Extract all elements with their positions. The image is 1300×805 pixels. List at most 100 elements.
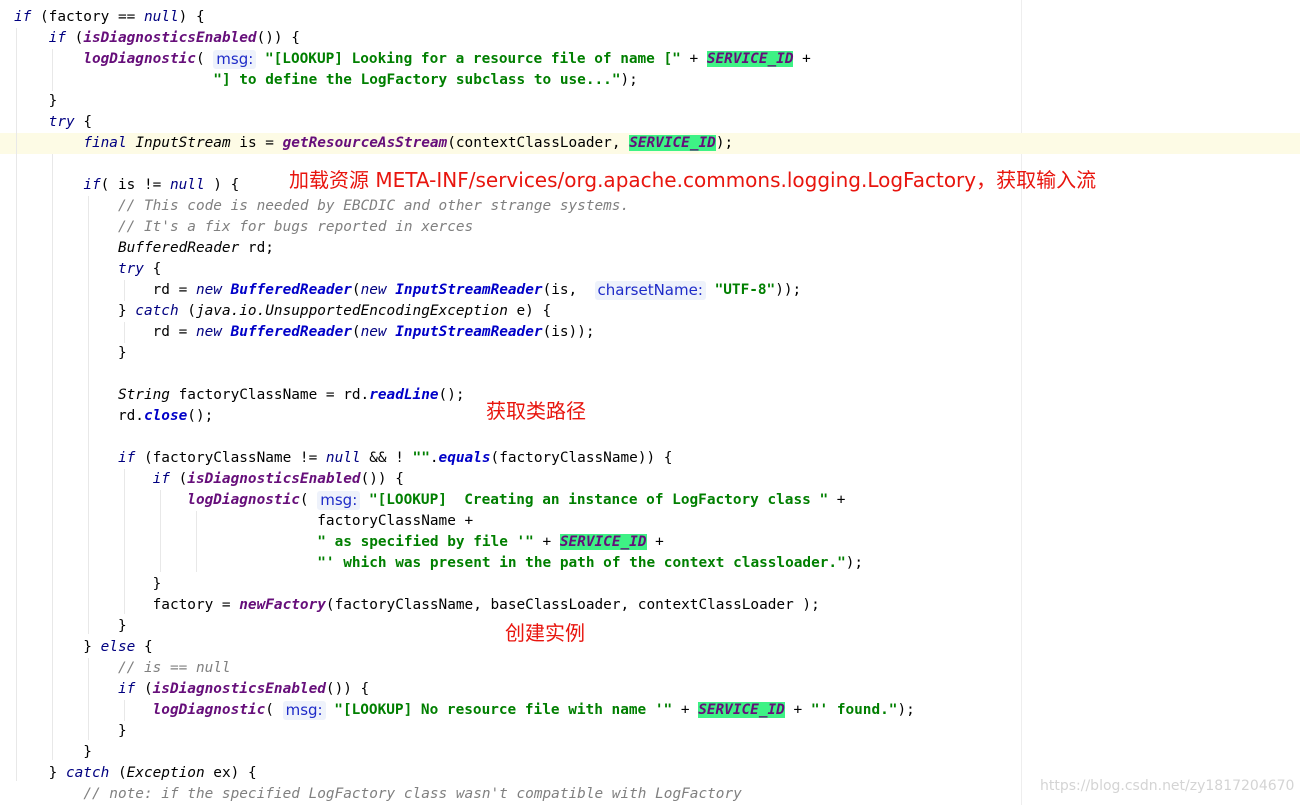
code-line[interactable]: // note: if the specified LogFactory cla… bbox=[14, 784, 741, 805]
code-line[interactable]: final InputStream is = getResourceAsStre… bbox=[14, 133, 733, 154]
code-token: if bbox=[117, 450, 136, 466]
code-token: (factoryClassName)) { bbox=[490, 450, 673, 466]
code-token: null bbox=[143, 9, 179, 25]
code-token: // is == null bbox=[117, 660, 231, 676]
code-token: isDiagnosticsEnabled bbox=[152, 681, 326, 697]
code-token: } bbox=[14, 639, 101, 655]
code-token: ( bbox=[351, 324, 361, 340]
code-token: factoryClassName = rd. bbox=[169, 387, 370, 403]
code-line[interactable]: if (factoryClassName != null && ! "".equ… bbox=[14, 448, 673, 469]
code-token: + bbox=[672, 702, 699, 718]
code-line[interactable]: "] to define the LogFactory subclass to … bbox=[14, 70, 638, 91]
code-token: ex) { bbox=[204, 765, 257, 781]
parameter-hint: msg: bbox=[317, 491, 361, 510]
code-line[interactable]: // It's a fix for bugs reported in xerce… bbox=[14, 217, 473, 238]
code-token: BufferedReader bbox=[230, 324, 352, 340]
code-line[interactable]: } bbox=[14, 616, 127, 637]
code-line[interactable]: logDiagnostic( msg: "[LOOKUP] Looking fo… bbox=[14, 49, 811, 70]
code-line[interactable]: "' which was present in the path of the … bbox=[14, 553, 863, 574]
code-line[interactable]: } bbox=[14, 574, 162, 595]
code-token: (contextClassLoader, bbox=[447, 135, 630, 151]
code-line[interactable]: try { bbox=[14, 112, 92, 133]
code-token: ( bbox=[135, 681, 153, 697]
code-token: ); bbox=[715, 135, 734, 151]
annotation-create-instance: 创建实例 bbox=[505, 621, 585, 645]
code-token: SERVICE_ID bbox=[706, 51, 794, 67]
code-line[interactable]: if( is != null ) { bbox=[14, 175, 239, 196]
code-line[interactable]: } catch (Exception ex) { bbox=[14, 763, 257, 784]
code-token: + bbox=[828, 492, 846, 508]
code-token: // This code is needed by EBCDIC and oth… bbox=[117, 198, 630, 214]
code-line[interactable]: if (isDiagnosticsEnabled()) { bbox=[14, 469, 404, 490]
code-token: (); bbox=[438, 387, 465, 403]
code-line[interactable]: } bbox=[14, 91, 58, 112]
code-line[interactable]: logDiagnostic( msg: "[LOOKUP] Creating a… bbox=[14, 490, 845, 511]
code-token: InputStreamReader bbox=[395, 324, 543, 340]
code-line[interactable]: if (isDiagnosticsEnabled()) { bbox=[14, 28, 300, 49]
code-line[interactable]: rd.close(); bbox=[14, 406, 213, 427]
code-line[interactable]: } else { bbox=[14, 637, 152, 658]
code-line[interactable]: } bbox=[14, 721, 127, 742]
code-line[interactable]: " as specified by file '" + SERVICE_ID + bbox=[14, 532, 664, 553]
code-token: new bbox=[360, 324, 387, 340]
code-token: (factoryClassName, baseClassLoader, cont… bbox=[325, 597, 820, 613]
code-token: readLine bbox=[369, 387, 439, 403]
code-line[interactable]: // This code is needed by EBCDIC and oth… bbox=[14, 196, 629, 217]
code-token: ( bbox=[178, 303, 196, 319]
code-token: try bbox=[117, 261, 144, 277]
parameter-hint: msg: bbox=[213, 50, 257, 69]
code-token: ( bbox=[351, 282, 361, 298]
code-line[interactable]: } bbox=[14, 343, 127, 364]
code-token: if bbox=[83, 177, 101, 193]
code-token: } bbox=[14, 765, 66, 781]
code-line[interactable]: logDiagnostic( msg: "[LOOKUP] No resourc… bbox=[14, 700, 915, 721]
code-token: "UTF-8" bbox=[714, 282, 776, 298]
code-token: )); bbox=[775, 282, 802, 298]
code-token: factoryClassName + bbox=[14, 513, 474, 529]
code-line[interactable]: factory = newFactory(factoryClassName, b… bbox=[14, 595, 820, 616]
code-token: rd. bbox=[14, 408, 144, 424]
parameter-hint: msg: bbox=[282, 701, 326, 720]
code-token: + bbox=[680, 51, 707, 67]
code-token: if bbox=[117, 681, 136, 697]
code-token: "" bbox=[412, 450, 430, 466]
code-line[interactable]: BufferedReader rd; bbox=[14, 238, 274, 259]
code-token: rd; bbox=[239, 240, 274, 256]
code-token: Exception bbox=[126, 765, 205, 781]
code-token: new bbox=[360, 282, 387, 298]
code-editor[interactable]: if (factory == null) { if (isDiagnostics… bbox=[0, 0, 1300, 805]
code-line[interactable]: String factoryClassName = rd.readLine(); bbox=[14, 385, 465, 406]
code-line[interactable]: if (isDiagnosticsEnabled()) { bbox=[14, 679, 369, 700]
code-token: ( bbox=[65, 30, 84, 46]
code-token: String bbox=[117, 387, 170, 403]
code-line[interactable]: } catch (java.io.UnsupportedEncodingExce… bbox=[14, 301, 551, 322]
code-token: new bbox=[195, 324, 222, 340]
code-token: newFactory bbox=[239, 597, 326, 613]
code-line[interactable]: rd = new BufferedReader(new InputStreamR… bbox=[14, 280, 801, 301]
code-line[interactable]: if (factory == null) { bbox=[14, 7, 205, 28]
code-line[interactable]: rd = new BufferedReader(new InputStreamR… bbox=[14, 322, 595, 343]
code-line[interactable]: try { bbox=[14, 259, 161, 280]
code-token: (factory == bbox=[31, 9, 144, 25]
code-line[interactable]: factoryClassName + bbox=[14, 511, 473, 532]
code-token: { bbox=[74, 114, 92, 130]
code-token: close bbox=[143, 408, 188, 424]
code-token: { bbox=[143, 261, 162, 277]
code-line[interactable]: // is == null bbox=[14, 658, 231, 679]
code-line[interactable]: } bbox=[14, 742, 92, 763]
code-token: + bbox=[646, 534, 664, 550]
